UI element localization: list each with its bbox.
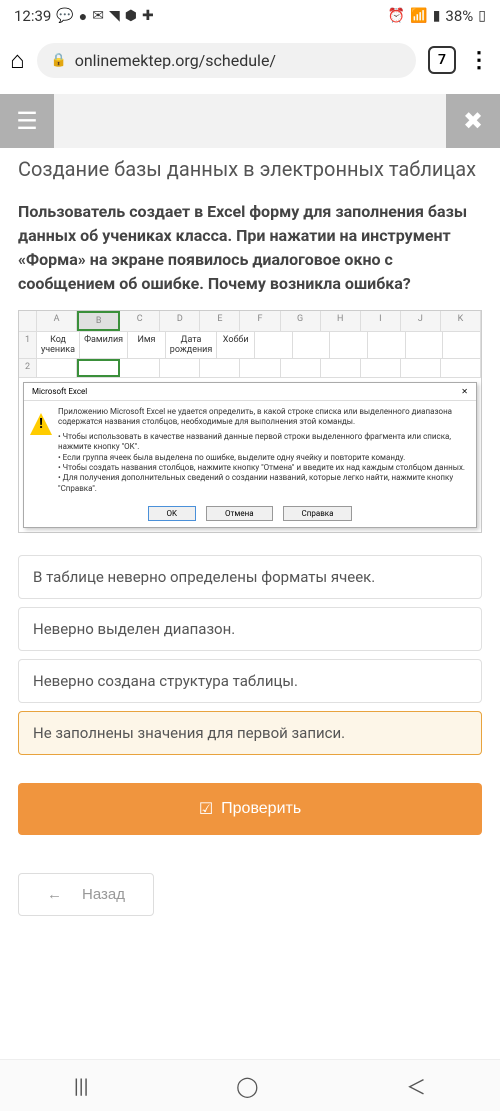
back-button[interactable]: ← Назад (18, 873, 154, 916)
dialog-help-button: Справка (283, 506, 353, 521)
battery-text: 38% (445, 7, 473, 25)
back-nav-button[interactable]: ＜ (406, 1071, 426, 1100)
excel-header-row: 1 Код ученика Фамилия Имя Дата рождения … (19, 332, 481, 359)
excel-row-2: 2 (19, 359, 481, 378)
content: Создание базы данных в электронных табли… (0, 148, 500, 916)
answer-options: В таблице неверно определены форматы яче… (18, 555, 482, 755)
home-icon[interactable]: ⌂ (10, 46, 25, 75)
option-3[interactable]: Неверно создана структура таблицы. (18, 659, 482, 703)
home-button[interactable]: ◯ (236, 1074, 258, 1098)
close-button[interactable]: ✖ (446, 94, 500, 148)
mail-icon: ✉ (92, 8, 104, 24)
android-nav-bar: ||| ◯ ＜ (0, 1059, 500, 1111)
dialog-body: ! Приложению Microsoft Excel не удается … (24, 401, 476, 500)
message-icon: 💬 (56, 8, 73, 24)
status-time: 12:39 (14, 7, 51, 25)
recent-apps-button[interactable]: ||| (74, 1074, 89, 1098)
alarm-icon: ⏰ (388, 8, 405, 24)
tab-count[interactable]: 7 (428, 46, 456, 74)
url-bar[interactable]: 🔒 onlinemektep.org/schedule/ (37, 43, 417, 78)
dialog-title-bar: Microsoft Excel ✕ (24, 383, 476, 401)
wifi-icon: 📶 (410, 8, 427, 24)
dialog-text: Приложению Microsoft Excel не удается оп… (58, 407, 470, 494)
status-bar: 12:39 💬 ● ✉ ◥ ⬢ ✚ ⏰ 📶 ▮ 38% ▯ (0, 0, 500, 32)
top-banner: ☰ ✖ (0, 94, 500, 148)
browser-bar: ⌂ 🔒 onlinemektep.org/schedule/ 7 ⋮ (0, 32, 500, 88)
app-icon: ⬢ (125, 8, 137, 24)
question-text: Пользователь создает в Excel форму для з… (18, 200, 482, 296)
status-left: 12:39 💬 ● ✉ ◥ ⬢ ✚ (14, 7, 154, 25)
option-1[interactable]: В таблице неверно определены форматы яче… (18, 555, 482, 599)
url-text: onlinemektep.org/schedule/ (75, 51, 276, 70)
chat-icon: ● (79, 8, 87, 25)
arrow-left-icon: ← (47, 886, 62, 903)
status-right: ⏰ 📶 ▮ 38% ▯ (388, 7, 486, 25)
check-button[interactable]: ☑ Проверить (18, 783, 482, 835)
more-icon[interactable]: ⋮ (468, 48, 490, 73)
option-2[interactable]: Неверно выделен диапазон. (18, 607, 482, 651)
check-icon: ☑ (199, 799, 213, 819)
excel-col-headers: A B C D E F G H I J K (19, 311, 481, 332)
excel-dialog: Microsoft Excel ✕ ! Приложению Microsoft… (23, 382, 477, 528)
lock-icon: 🔒 (51, 53, 67, 68)
battery-icon: ▯ (478, 8, 486, 24)
menu-button[interactable]: ☰ (0, 94, 54, 148)
dialog-ok-button: OK (148, 506, 197, 521)
dialog-buttons: OK Отмена Справка (24, 500, 476, 527)
signal-icon: ▮ (433, 8, 441, 24)
page-title: Создание базы данных в электронных табли… (18, 156, 482, 182)
dialog-close-icon: ✕ (461, 387, 468, 396)
plus-icon: ✚ (142, 8, 154, 24)
notif-icon: ◥ (109, 8, 120, 24)
dialog-cancel-button: Отмена (206, 506, 273, 521)
option-4[interactable]: Не заполнены значения для первой записи. (18, 711, 482, 755)
excel-screenshot: A B C D E F G H I J K 1 Код ученика Фами… (18, 310, 482, 533)
warning-icon: ! (30, 413, 52, 435)
